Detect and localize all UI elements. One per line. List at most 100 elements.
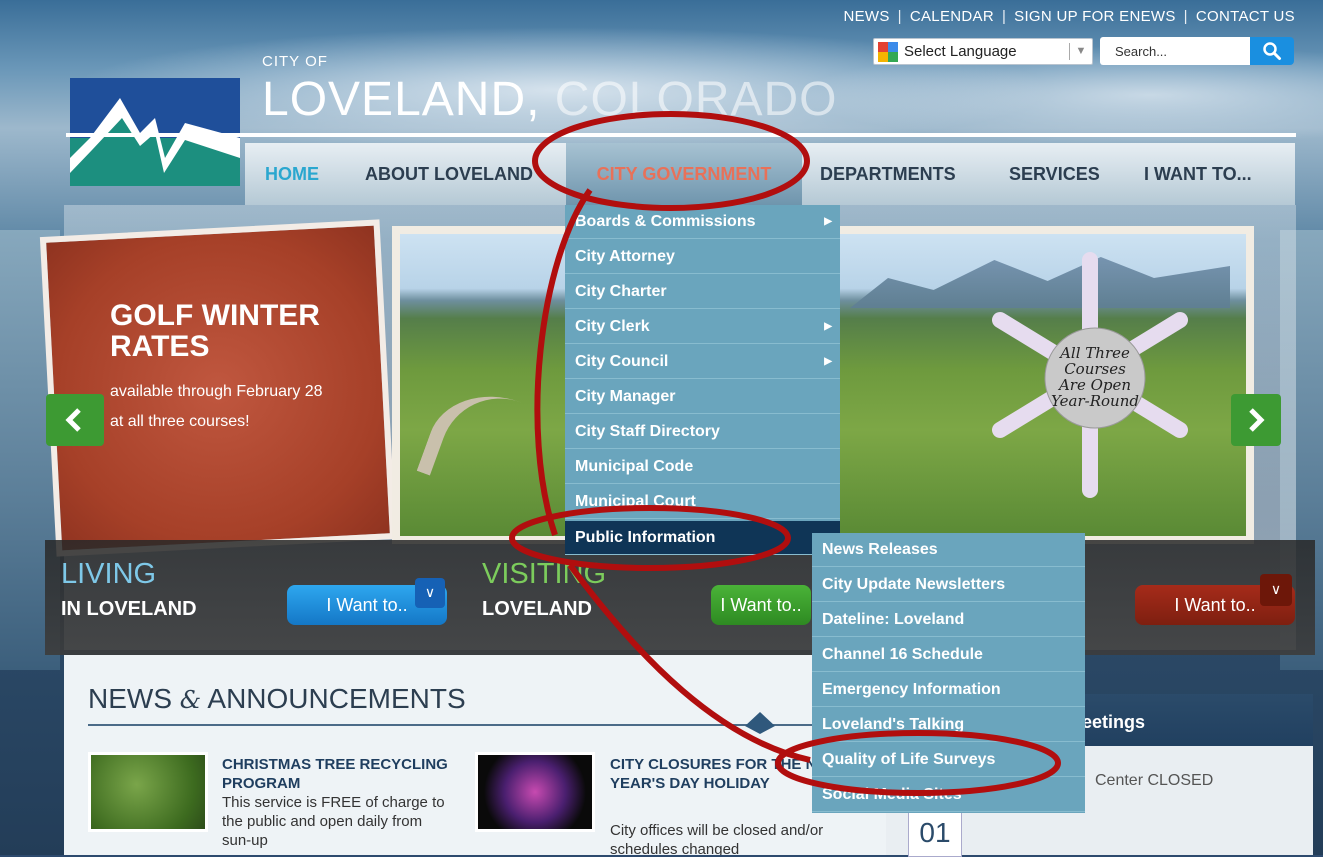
menu-item-label: City Manager [575, 388, 676, 405]
loveland-logo[interactable] [70, 78, 240, 186]
slide-sub-line: at all three courses! [110, 413, 250, 430]
language-select[interactable]: Select Language ▼ [873, 38, 1093, 65]
news-thumb[interactable] [475, 752, 595, 832]
menu-item[interactable]: City Council ▶ [565, 345, 840, 379]
menu-item-label: Social Media Sites [822, 786, 962, 803]
nav-about-loveland[interactable]: ABOUT LOVELAND [365, 143, 533, 205]
submenu-item[interactable]: Dateline: Loveland [812, 603, 1085, 637]
city-government-dropdown: Boards & Commissions ▶ City Attorney City… [565, 205, 840, 555]
button-label: I Want to.. [1174, 595, 1256, 615]
menu-item-label: City Update Newsletters [822, 576, 1006, 593]
menu-item-label: Boards & Commissions [575, 213, 756, 230]
news-snippet: This service is FREE of charge to the pu… [222, 794, 445, 849]
menu-item[interactable]: Municipal Code [565, 450, 840, 484]
slide-prev-button[interactable] [46, 394, 104, 446]
slide-sub-line: available through February 28 [110, 383, 323, 400]
news-heading: NEWS & ANNOUNCEMENTS [88, 683, 466, 715]
snowflake-text-line: Year-Round [1051, 392, 1139, 410]
brand-state: COLORADO [554, 73, 838, 126]
menu-item[interactable]: Municipal Court [565, 485, 840, 519]
audience-band: LIVING IN LOVELAND I Want to.. ∨ VISITIN… [45, 540, 1315, 655]
submenu-item[interactable]: Social Media Sites [812, 778, 1085, 812]
menu-item[interactable]: Boards & Commissions ▶ [565, 205, 840, 239]
language-label: Select Language [904, 43, 1017, 60]
menu-item[interactable]: City Staff Directory [565, 415, 840, 449]
menu-item-label: Quality of Life Surveys [822, 751, 996, 768]
menu-item-label: Municipal Code [575, 458, 694, 475]
utility-links: NEWS | CALENDAR | SIGN UP FOR ENEWS | CONTACT … [843, 8, 1295, 25]
menu-item-label: Emergency Information [822, 681, 1001, 698]
submenu-item-quality-of-life[interactable]: Quality of Life Surveys [812, 743, 1085, 777]
menu-item-label: News Releases [822, 541, 938, 558]
menu-item-label: City Attorney [575, 248, 675, 265]
chevron-right-icon [1249, 408, 1265, 432]
button-label: I Want to.. [720, 595, 802, 615]
menu-item[interactable]: City Manager [565, 380, 840, 414]
meeting-item[interactable]: Center CLOSED [1095, 772, 1213, 790]
separator: | [1001, 8, 1007, 25]
chevron-down-icon[interactable]: ∨ [1260, 574, 1292, 606]
snowflake-badge: All Three Courses Are Open Year-Round [992, 252, 1188, 498]
calendar-link[interactable]: CALENDAR [910, 8, 994, 25]
nav-i-want-to[interactable]: I WANT TO... [1144, 143, 1252, 205]
search-button[interactable] [1250, 37, 1294, 65]
brand-city-of: CITY OF [262, 53, 328, 70]
news-heading-ampersand: & [179, 686, 202, 714]
chevron-down-icon: ▼ [1069, 43, 1092, 60]
news-title[interactable]: CITY CLOSURES FOR THE NEW YEAR'S DAY HOL… [610, 755, 845, 793]
visiting-i-want-to-button[interactable]: I Want to.. [711, 585, 811, 625]
menu-item-label: City Charter [575, 283, 667, 300]
button-label: I Want to.. [326, 595, 408, 615]
menu-item-public-information[interactable]: Public Information [565, 521, 840, 555]
chevron-left-icon [65, 408, 81, 432]
chevron-right-icon: ▶ [824, 216, 832, 227]
search-icon [1263, 42, 1281, 60]
nav-city-government[interactable]: CITY GOVERNMENT [566, 143, 802, 205]
news-snippet: City offices will be closed and/or sched… [610, 822, 824, 855]
nav-home[interactable]: HOME [265, 143, 319, 205]
menu-item-label: Public Information [575, 529, 716, 546]
separator: | [897, 8, 902, 25]
news-heading-part: ANNOUNCEMENTS [207, 683, 466, 714]
menu-item-label: City Council [575, 353, 669, 370]
submenu-item[interactable]: News Releases [812, 533, 1085, 567]
slide-title: GOLF WINTER RATES [110, 300, 320, 362]
news-thumb[interactable] [88, 752, 208, 832]
menu-item[interactable]: City Clerk ▶ [565, 310, 840, 344]
brand-wordmark[interactable]: LOVELAND, COLORADO [262, 72, 838, 127]
menu-item-label: Municipal Court [575, 493, 696, 510]
nav-departments[interactable]: DEPARTMENTS [820, 143, 956, 205]
search-input[interactable]: Search... [1100, 37, 1250, 65]
menu-item[interactable]: City Charter [565, 275, 840, 309]
menu-item-label: Channel 16 Schedule [822, 646, 983, 663]
submenu-item[interactable]: Loveland's Talking [812, 708, 1085, 742]
submenu-item[interactable]: City Update Newsletters [812, 568, 1085, 602]
main-nav: HOME ABOUT LOVELAND CITY GOVERNMENT DEPA… [245, 143, 1295, 205]
submenu-item[interactable]: Channel 16 Schedule [812, 638, 1085, 672]
menu-item[interactable]: City Attorney [565, 240, 840, 274]
separator: | [1183, 8, 1188, 25]
menu-item-label: City Clerk [575, 318, 650, 335]
slide-subtitle: available through February 28 at all thre… [110, 377, 323, 437]
living-subheading: IN LOVELAND [61, 598, 197, 620]
submenu-item[interactable]: Emergency Information [812, 673, 1085, 707]
chevron-right-icon: ▶ [824, 321, 832, 332]
news-title[interactable]: CHRISTMAS TREE RECYCLING PROGRAM [222, 755, 452, 793]
slide-next-button[interactable] [1231, 394, 1281, 446]
menu-item-label: Dateline: Loveland [822, 611, 965, 628]
menu-item-label: City Staff Directory [575, 423, 720, 440]
brand-city: LOVELAND, [262, 73, 541, 126]
meeting-date: 01 [908, 808, 962, 857]
slide-title-line: GOLF WINTER [110, 299, 320, 332]
chevron-down-icon[interactable]: ∨ [415, 578, 445, 608]
contact-us-link[interactable]: CONTACT US [1196, 8, 1295, 25]
public-information-submenu: News Releases City Update Newsletters Da… [812, 533, 1085, 813]
news-link[interactable]: NEWS [843, 8, 889, 25]
menu-item-label: Loveland's Talking [822, 716, 965, 733]
google-translate-icon [878, 41, 898, 62]
chevron-right-icon: ▶ [824, 356, 832, 367]
enews-signup-link[interactable]: SIGN UP FOR ENEWS [1014, 8, 1176, 25]
visiting-subheading: LOVELAND [482, 598, 592, 620]
header-divider [66, 133, 1296, 137]
nav-services[interactable]: SERVICES [1009, 143, 1100, 205]
